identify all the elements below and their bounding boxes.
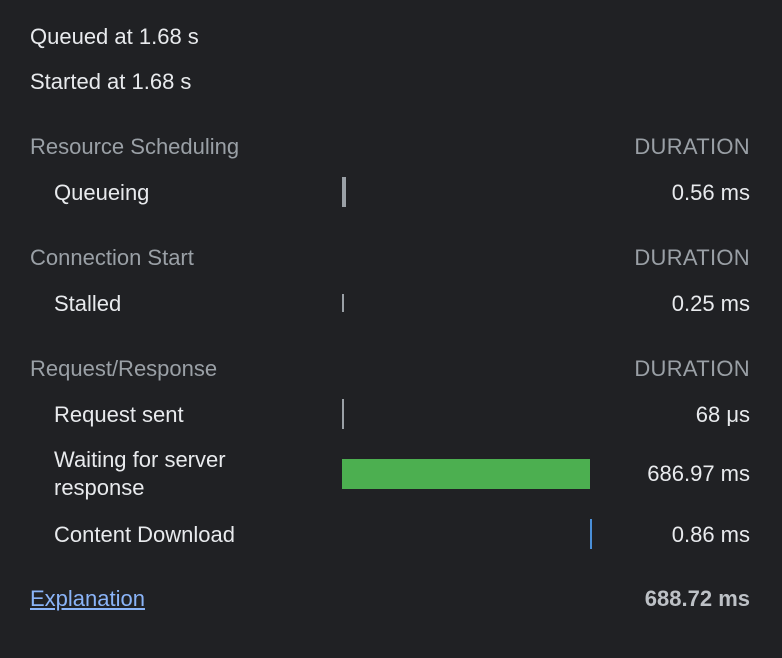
queueing-bar <box>342 177 346 207</box>
explanation-link[interactable]: Explanation <box>30 586 145 612</box>
row-label-content-download: Content Download <box>54 522 236 547</box>
content-download-bar <box>590 519 592 549</box>
row-value-request-sent: 68 μs <box>695 402 750 427</box>
row-label-waiting-for-server-response: Waiting for server response <box>54 447 226 500</box>
row-value-waiting-for-server-response: 686.97 ms <box>647 461 750 486</box>
duration-header: DURATION <box>634 245 750 270</box>
row-label-queueing: Queueing <box>54 180 150 205</box>
duration-header: DURATION <box>634 134 750 159</box>
queued-at-text: Queued at 1.68 s <box>30 24 199 49</box>
section-title-request-response: Request/Response <box>30 356 218 381</box>
stalled-bar <box>342 294 344 312</box>
duration-header: DURATION <box>634 356 750 381</box>
waiting-bar <box>342 459 590 489</box>
row-value-queueing: 0.56 ms <box>671 180 750 205</box>
row-label-request-sent: Request sent <box>54 402 184 427</box>
started-at-text: Started at 1.68 s <box>30 69 192 94</box>
row-value-stalled: 0.25 ms <box>671 291 750 316</box>
section-title-resource-scheduling: Resource Scheduling <box>30 134 240 159</box>
request-sent-bar <box>342 399 344 429</box>
section-title-connection-start: Connection Start <box>30 245 194 270</box>
row-value-content-download: 0.86 ms <box>671 522 750 547</box>
row-label-stalled: Stalled <box>54 291 122 316</box>
total-duration: 688.72 ms <box>644 586 750 611</box>
